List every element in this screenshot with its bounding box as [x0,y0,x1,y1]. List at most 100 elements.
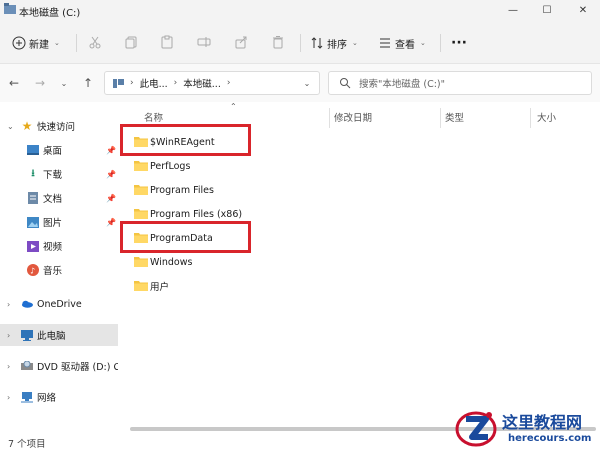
onedrive-icon [21,298,33,310]
paste-button[interactable] [158,33,176,51]
sort-ascending-icon: ⌃ [230,102,237,111]
column-header-name[interactable]: 名称 [144,110,163,124]
new-button[interactable]: 新建 ⌄ [12,32,60,54]
this-pc-icon [113,78,124,88]
cut-icon [89,36,101,49]
share-icon [235,36,247,49]
title-bar: 本地磁盘 (C:) — ☐ ✕ [0,0,600,20]
delete-button[interactable] [269,33,287,51]
close-button[interactable]: ✕ [566,0,600,20]
chevron-down-icon: ⌄ [60,78,68,88]
sidebar-item-quick-access[interactable]: ⌄ ★ 快速访问 [0,115,118,137]
chevron-right-icon[interactable]: › [7,331,10,340]
chevron-down-icon: ⌄ [303,78,311,88]
breadcrumb-this-pc[interactable]: 此电... [140,76,168,90]
watermark-logo [455,411,497,447]
more-icon: ··· [451,35,467,51]
folder-icon [4,3,16,14]
more-options-button[interactable]: ··· [451,32,467,54]
breadcrumb-separator: › [226,78,231,88]
file-name: PerfLogs [150,160,191,172]
search-placeholder: 搜索"本地磁盘 (C:)" [359,79,446,90]
breadcrumb-local-disk[interactable]: 本地磁... [183,76,221,90]
column-header-type[interactable]: 类型 [445,110,464,124]
file-row[interactable]: PerfLogs [126,155,596,177]
file-row[interactable]: Windows [126,251,596,273]
chevron-right-icon[interactable]: › [7,393,10,402]
breadcrumb-separator: › [130,78,134,88]
address-dropdown-button[interactable]: ⌄ [299,75,315,91]
plus-circle-icon [12,36,26,50]
pin-icon: 📌 [106,169,116,179]
sidebar-item-this-pc[interactable]: › 此电脑 [0,324,118,346]
view-button[interactable]: 查看 ⌄ [378,32,426,54]
view-label: 查看 [395,39,415,51]
desktop-icon [27,144,39,156]
file-name: Program Files [150,184,214,196]
sort-button[interactable]: 排序 ⌄ [310,32,358,54]
copy-button[interactable] [122,33,140,51]
watermark-en: herecours.com [508,433,592,444]
sidebar-item-pictures[interactable]: 图片 📌 [0,211,118,233]
chevron-right-icon[interactable]: › [7,300,10,309]
address-bar[interactable]: › 此电... › 本地磁... › [104,71,320,95]
highlight-box [120,221,251,253]
pin-icon: 📌 [106,217,116,227]
rename-icon [197,37,211,47]
cut-button[interactable] [86,33,104,51]
paste-icon [161,35,173,49]
maximize-button[interactable]: ☐ [530,0,564,20]
chevron-down-icon[interactable]: ⌄ [7,122,14,131]
chevron-down-icon: ⌄ [54,39,60,47]
pin-icon: 📌 [106,193,116,203]
column-header-size[interactable]: 大小 [537,110,556,124]
file-list: ⌃ 名称 修改日期 类型 大小 $WinREAgent PerfLogs Pro… [118,102,600,426]
highlight-box [120,124,251,156]
chevron-down-icon: ⌄ [420,39,426,47]
sidebar-item-music[interactable]: ♪ 音乐 [0,259,118,281]
sidebar-item-videos[interactable]: 视频 [0,235,118,257]
watermark-cn: 这里教程网 [502,413,583,432]
chevron-right-icon[interactable]: › [7,362,10,371]
navigation-bar: ← → ⌄ ↑ › 此电... › 本地磁... › ⌄ 搜索"本地磁盘 (C:… [0,64,600,102]
view-list-icon [380,38,390,48]
download-icon: ⭳ [31,168,35,179]
file-name: Windows [150,256,193,268]
sidebar-item-downloads[interactable]: ⭳ 下载 📌 [0,163,118,185]
sidebar-item-onedrive[interactable]: › OneDrive [0,293,118,315]
column-header-modified[interactable]: 修改日期 [334,110,372,124]
sidebar-item-dvd-drive[interactable]: › DVD 驱动器 (D:) CF [0,355,118,377]
documents-icon [27,192,39,204]
this-pc-icon [21,329,33,341]
sort-icon [311,37,323,49]
chevron-down-icon: ⌄ [352,39,358,47]
pictures-icon [27,216,39,228]
file-row[interactable]: 用户 [126,275,596,297]
delete-icon [273,36,283,49]
sidebar-item-network[interactable]: › 网络 [0,386,118,408]
folder-icon [134,281,148,291]
search-box[interactable]: 搜索"本地磁盘 (C:)" [328,71,592,95]
folder-icon [134,257,148,267]
back-button[interactable]: ← [6,75,22,91]
rename-button[interactable] [195,33,213,51]
music-icon: ♪ [27,264,39,276]
star-icon: ★ [21,119,33,133]
sidebar-item-desktop[interactable]: 桌面 📌 [0,139,118,161]
file-row[interactable]: Program Files [126,179,596,201]
share-button[interactable] [232,33,250,51]
watermark: 这里教程网 herecours.com [450,405,600,452]
svg-text:♪: ♪ [30,267,35,276]
copy-icon [125,36,137,49]
arrow-left-icon: ← [8,76,20,90]
up-button[interactable]: ↑ [80,75,96,91]
search-icon [340,78,351,89]
recent-locations-button[interactable]: ⌄ [56,75,72,91]
pin-icon: 📌 [106,145,116,155]
minimize-button[interactable]: — [496,0,530,20]
sort-label: 排序 [327,39,347,51]
sidebar-item-documents[interactable]: 文档 📌 [0,187,118,209]
window-title: 本地磁盘 (C:) [19,8,81,19]
command-bar: 新建 ⌄ 排序 ⌄ 查看 ⌄ ··· [0,20,600,64]
forward-button[interactable]: → [32,75,48,91]
